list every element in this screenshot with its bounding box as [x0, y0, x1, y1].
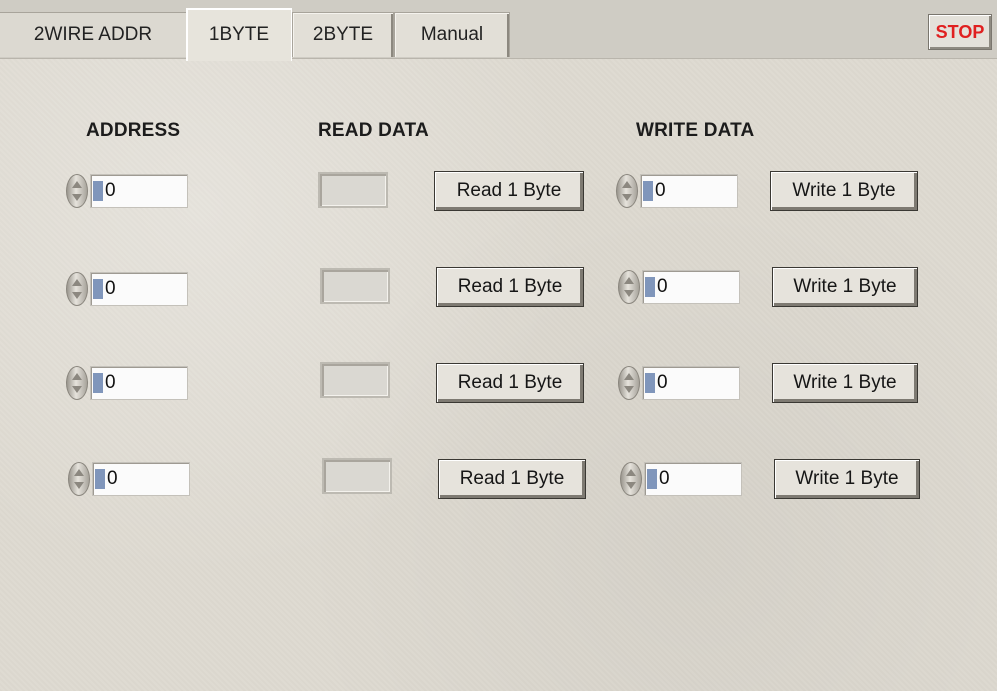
write-data-control-3: 0	[618, 364, 742, 400]
tab-1byte[interactable]: 1BYTE	[186, 8, 292, 61]
tab-2byte[interactable]: 2BYTE	[292, 12, 394, 57]
increment-decrement-icon[interactable]	[66, 272, 88, 306]
address-control-2: 0	[66, 270, 190, 306]
write-value: 0	[659, 468, 670, 489]
write-data-control-1: 0	[616, 172, 740, 208]
write-value: 0	[655, 180, 666, 201]
address-control-3: 0	[66, 364, 190, 400]
increment-decrement-icon[interactable]	[620, 462, 642, 496]
address-heading: ADDRESS	[86, 120, 181, 141]
read-1-byte-button-2[interactable]: Read 1 Byte	[436, 267, 584, 307]
address-value: 0	[105, 372, 116, 393]
read-1-byte-button-4[interactable]: Read 1 Byte	[438, 459, 586, 499]
write-data-heading: WRITE DATA	[636, 120, 755, 141]
write-data-input-2[interactable]: 0	[642, 270, 740, 304]
increment-decrement-icon[interactable]	[66, 174, 88, 208]
tab-2wire-addr[interactable]: 2WIRE ADDR	[0, 12, 187, 57]
stop-button[interactable]: STOP	[928, 14, 992, 50]
write-data-control-4: 0	[620, 460, 744, 496]
address-input-2[interactable]: 0	[90, 272, 188, 306]
increment-decrement-icon[interactable]	[66, 366, 88, 400]
write-1-byte-button-3[interactable]: Write 1 Byte	[772, 363, 918, 403]
increment-decrement-icon[interactable]	[618, 270, 640, 304]
increment-decrement-icon[interactable]	[618, 366, 640, 400]
address-input-3[interactable]: 0	[90, 366, 188, 400]
tab-bar: 2WIRE ADDR 1BYTE 2BYTE Manual STOP	[0, 0, 997, 61]
increment-decrement-icon[interactable]	[68, 462, 90, 496]
address-value: 0	[107, 468, 118, 489]
write-1-byte-button-4[interactable]: Write 1 Byte	[774, 459, 920, 499]
read-1-byte-button-1[interactable]: Read 1 Byte	[434, 171, 584, 211]
read-data-indicator-3	[320, 362, 390, 398]
read-data-heading: READ DATA	[318, 120, 429, 141]
write-data-input-1[interactable]: 0	[640, 174, 738, 208]
address-control-4: 0	[68, 460, 192, 496]
read-data-indicator-2	[320, 268, 390, 304]
address-value: 0	[105, 180, 116, 201]
address-control-1: 0	[66, 172, 190, 208]
tab-manual[interactable]: Manual	[394, 12, 510, 57]
increment-decrement-icon[interactable]	[616, 174, 638, 208]
write-value: 0	[657, 372, 668, 393]
address-input-1[interactable]: 0	[90, 174, 188, 208]
address-value: 0	[105, 278, 116, 299]
write-data-input-4[interactable]: 0	[644, 462, 742, 496]
write-1-byte-button-1[interactable]: Write 1 Byte	[770, 171, 918, 211]
address-input-4[interactable]: 0	[92, 462, 190, 496]
read-data-indicator-1	[318, 172, 388, 208]
write-value: 0	[657, 276, 668, 297]
write-data-input-3[interactable]: 0	[642, 366, 740, 400]
write-data-control-2: 0	[618, 268, 742, 304]
front-panel: 2WIRE ADDR 1BYTE 2BYTE Manual STOP ADDRE…	[0, 0, 997, 691]
write-1-byte-button-2[interactable]: Write 1 Byte	[772, 267, 918, 307]
read-data-indicator-4	[322, 458, 392, 494]
read-1-byte-button-3[interactable]: Read 1 Byte	[436, 363, 584, 403]
